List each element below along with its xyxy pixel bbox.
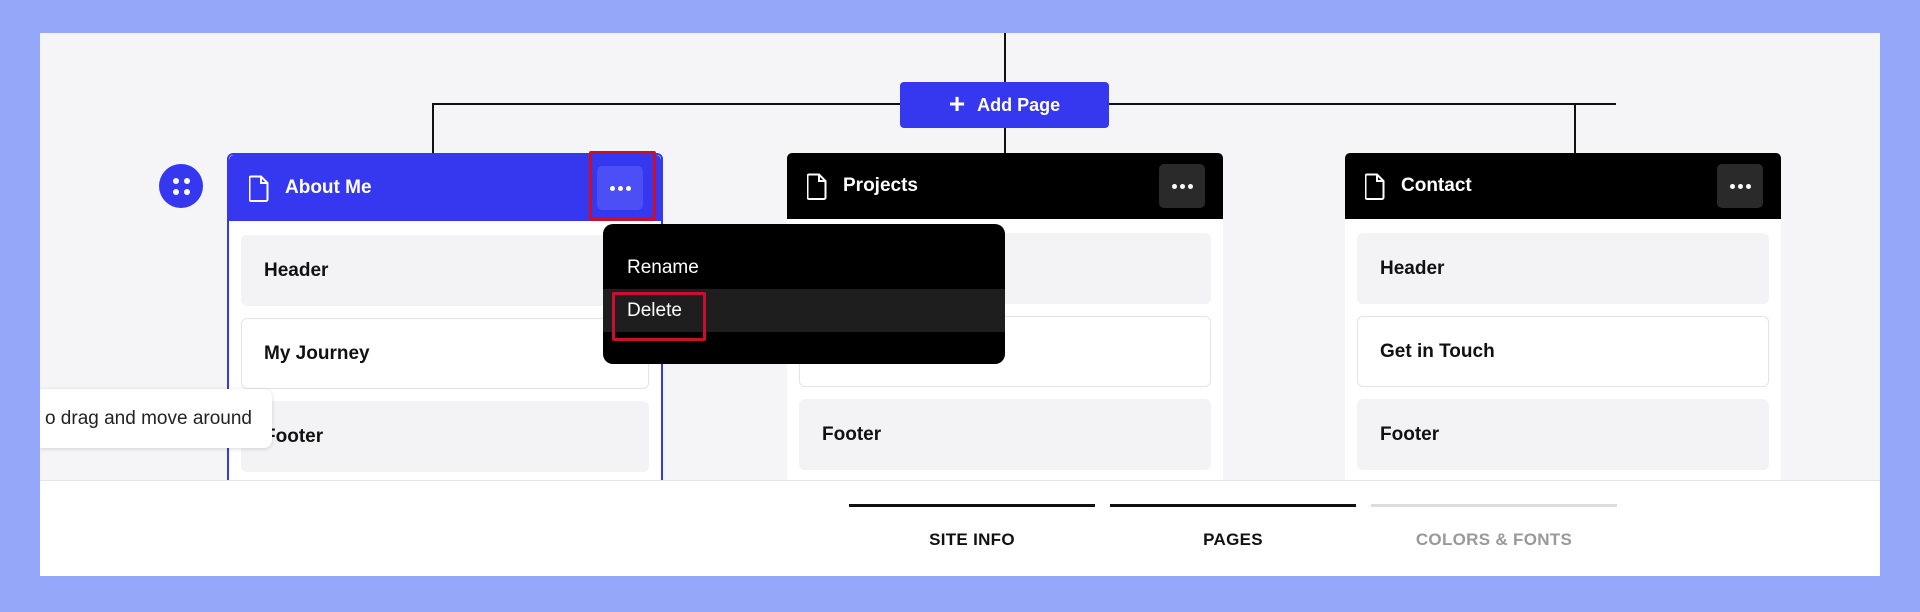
section-item[interactable]: Header	[241, 235, 649, 306]
connector-line	[1004, 128, 1006, 153]
page-icon	[249, 175, 269, 202]
drag-tooltip: o drag and move around	[40, 389, 272, 448]
page-card-header: Projects	[787, 153, 1223, 219]
section-item[interactable]: Header	[1357, 233, 1769, 304]
more-icon[interactable]	[1159, 164, 1205, 208]
step-label: PAGES	[1203, 530, 1263, 549]
drag-handle-icon[interactable]	[159, 164, 203, 208]
more-button-highlight	[589, 151, 656, 221]
page-card-header: Contact	[1345, 153, 1781, 219]
add-page-button[interactable]: + Add Page	[900, 82, 1109, 128]
step-colors-fonts[interactable]: COLORS & FONTS	[1371, 504, 1617, 550]
step-label: SITE INFO	[929, 530, 1015, 549]
section-item[interactable]: My Journey	[241, 318, 649, 389]
section-item[interactable]: Get in Touch	[1357, 316, 1769, 387]
page-title: About Me	[285, 177, 372, 198]
sitemap-editor: + Add Page About Me Header My Journey Fo…	[40, 33, 1880, 576]
wizard-steps-bar: SITE INFO PAGES COLORS & FONTS	[40, 480, 1880, 576]
page-icon	[1365, 173, 1385, 200]
plus-icon: +	[948, 87, 966, 119]
page-title: Projects	[843, 175, 918, 196]
page-icon	[807, 173, 827, 200]
more-icon[interactable]	[1717, 164, 1763, 208]
add-page-label: Add Page	[977, 94, 1061, 115]
menu-item-rename[interactable]: Rename	[603, 246, 1005, 289]
connector-line	[432, 103, 434, 153]
page-title: Contact	[1401, 175, 1472, 196]
connector-line	[1004, 33, 1006, 82]
section-item[interactable]: Footer	[799, 399, 1211, 470]
connector-line	[1574, 103, 1576, 153]
section-item[interactable]: Footer	[241, 401, 649, 472]
delete-highlight	[612, 292, 706, 341]
section-item[interactable]: Footer	[1357, 399, 1769, 470]
step-site-info[interactable]: SITE INFO	[849, 504, 1095, 550]
step-label: COLORS & FONTS	[1415, 530, 1573, 549]
step-pages[interactable]: PAGES	[1110, 504, 1356, 550]
